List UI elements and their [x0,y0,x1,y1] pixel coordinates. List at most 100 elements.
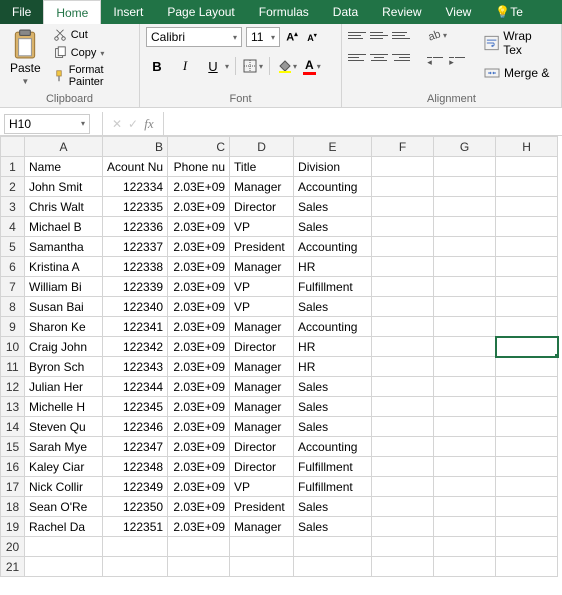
cell-E8[interactable]: Sales [294,297,372,317]
align-left-button[interactable] [348,49,366,65]
chevron-down-icon[interactable]: ▾ [225,62,229,71]
cell-A10[interactable]: Craig John [25,337,103,357]
cell-H10[interactable] [496,337,558,357]
row-header-7[interactable]: 7 [1,277,25,297]
cell-E12[interactable]: Sales [294,377,372,397]
tab-review[interactable]: Review [370,0,433,24]
cell-G6[interactable] [434,257,496,277]
cell-F19[interactable] [372,517,434,537]
cell-H14[interactable] [496,417,558,437]
cell-D1[interactable]: Title [230,157,294,177]
cell-E9[interactable]: Accounting [294,317,372,337]
row-header-13[interactable]: 13 [1,397,25,417]
grow-font-button[interactable]: A▴ [284,29,300,45]
cell-F20[interactable] [372,537,434,557]
cell-D19[interactable]: Manager [230,517,294,537]
cell-H18[interactable] [496,497,558,517]
column-header-D[interactable]: D [230,137,294,157]
cell-B13[interactable]: 122345 [103,397,168,417]
cell-H13[interactable] [496,397,558,417]
cell-F13[interactable] [372,397,434,417]
cell-B5[interactable]: 122337 [103,237,168,257]
cell-H6[interactable] [496,257,558,277]
copy-button[interactable]: Copy ▾ [51,45,133,61]
column-header-F[interactable]: F [372,137,434,157]
cell-D17[interactable]: VP [230,477,294,497]
name-box[interactable]: H10 ▾ [4,114,90,134]
cell-G19[interactable] [434,517,496,537]
row-header-5[interactable]: 5 [1,237,25,257]
insert-function-button[interactable]: fx [141,116,157,132]
cell-E6[interactable]: HR [294,257,372,277]
cell-F7[interactable] [372,277,434,297]
cell-B2[interactable]: 122334 [103,177,168,197]
font-size-select[interactable]: 11 ▾ [246,27,280,47]
cell-C17[interactable]: 2.03E+09 [168,477,230,497]
cell-F21[interactable] [372,557,434,577]
cell-A8[interactable]: Susan Bai [25,297,103,317]
cell-G4[interactable] [434,217,496,237]
cell-E5[interactable]: Accounting [294,237,372,257]
enter-button[interactable]: ✓ [125,117,141,131]
cell-G7[interactable] [434,277,496,297]
cell-E1[interactable]: Division [294,157,372,177]
cell-B4[interactable]: 122336 [103,217,168,237]
align-bottom-button[interactable] [392,27,410,43]
cell-A11[interactable]: Byron Sch [25,357,103,377]
cell-E19[interactable]: Sales [294,517,372,537]
cell-B10[interactable]: 122342 [103,337,168,357]
cut-button[interactable]: Cut [51,27,133,43]
cell-D10[interactable]: Director [230,337,294,357]
cell-F17[interactable] [372,477,434,497]
cell-D21[interactable] [230,557,294,577]
row-header-16[interactable]: 16 [1,457,25,477]
cell-D12[interactable]: Manager [230,377,294,397]
cell-H15[interactable] [496,437,558,457]
cell-E4[interactable]: Sales [294,217,372,237]
row-header-15[interactable]: 15 [1,437,25,457]
cell-H12[interactable] [496,377,558,397]
cell-F2[interactable] [372,177,434,197]
row-header-4[interactable]: 4 [1,217,25,237]
cell-C11[interactable]: 2.03E+09 [168,357,230,377]
cell-C15[interactable]: 2.03E+09 [168,437,230,457]
tab-insert[interactable]: Insert [101,0,155,24]
cell-H11[interactable] [496,357,558,377]
cell-E17[interactable]: Fulfillment [294,477,372,497]
cell-H7[interactable] [496,277,558,297]
cell-B1[interactable]: Acount Nu [103,157,168,177]
cell-F9[interactable] [372,317,434,337]
row-header-10[interactable]: 10 [1,337,25,357]
cell-C9[interactable]: 2.03E+09 [168,317,230,337]
tab-formulas[interactable]: Formulas [247,0,321,24]
cell-C18[interactable]: 2.03E+09 [168,497,230,517]
cell-F6[interactable] [372,257,434,277]
cell-C6[interactable]: 2.03E+09 [168,257,230,277]
column-header-G[interactable]: G [434,137,496,157]
cell-H8[interactable] [496,297,558,317]
cell-D18[interactable]: President [230,497,294,517]
cell-B3[interactable]: 122335 [103,197,168,217]
row-header-2[interactable]: 2 [1,177,25,197]
cell-A2[interactable]: John Smit [25,177,103,197]
cell-G2[interactable] [434,177,496,197]
column-header-E[interactable]: E [294,137,372,157]
column-header-A[interactable]: A [25,137,103,157]
cell-C10[interactable]: 2.03E+09 [168,337,230,357]
cell-F10[interactable] [372,337,434,357]
cell-A13[interactable]: Michelle H [25,397,103,417]
cell-C1[interactable]: Phone nu [168,157,230,177]
cell-A12[interactable]: Julian Her [25,377,103,397]
cell-D15[interactable]: Director [230,437,294,457]
cell-F11[interactable] [372,357,434,377]
cell-B15[interactable]: 122347 [103,437,168,457]
align-middle-button[interactable] [370,27,388,43]
font-name-select[interactable]: Calibri ▾ [146,27,242,47]
cell-D3[interactable]: Director [230,197,294,217]
row-header-1[interactable]: 1 [1,157,25,177]
italic-button[interactable]: I [174,55,196,77]
row-header-6[interactable]: 6 [1,257,25,277]
wrap-text-button[interactable]: Wrap Tex [480,27,555,59]
cell-H2[interactable] [496,177,558,197]
cell-F5[interactable] [372,237,434,257]
